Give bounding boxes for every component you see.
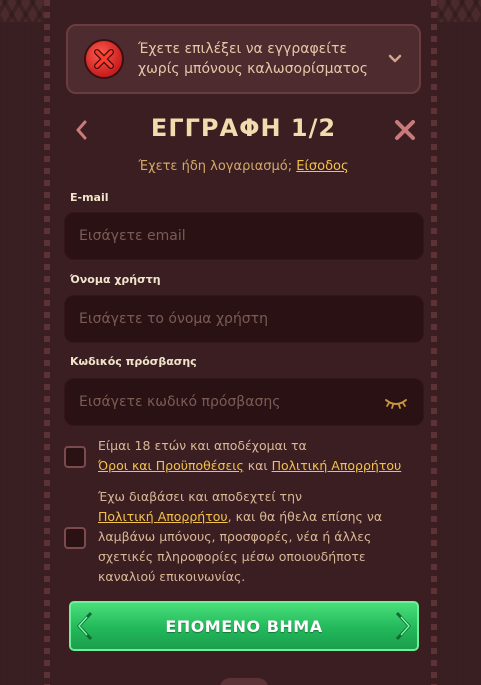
age-number: 18 <box>134 438 151 453</box>
marketing-consent: Έχω διαβάσει και αποδεχτεί την Πολιτική … <box>64 487 424 587</box>
age-terms-text: Είμαι 18 ετών και αποδέχομαι τα Όροι και… <box>98 436 401 476</box>
username-label: Όνομα χρήστη <box>70 273 161 286</box>
and-text: και <box>247 458 268 473</box>
privacy-link[interactable]: Πολιτική Απορρήτου <box>272 458 402 473</box>
marketing-text: Έχω διαβάσει και αποδεχτεί την Πολιτική … <box>98 487 424 587</box>
bonus-selector[interactable]: Έχετε επιλέξει να εγγραφείτε χωρίς μπόνο… <box>66 24 421 94</box>
form-header: ΕΓΓΡΑΦΗ 1/2 <box>66 112 421 148</box>
next-step-button[interactable]: ΕΠΟΜΕΝΟ ΒΗΜΑ <box>66 598 422 654</box>
email-label: E-mail <box>70 191 109 204</box>
username-field-container <box>64 295 424 343</box>
password-label: Κωδικός πρόσβασης <box>70 355 197 368</box>
eye-closed-icon[interactable] <box>383 395 409 409</box>
marketing-privacy-link[interactable]: Πολιτική Απορρήτου <box>98 509 228 524</box>
password-field-container <box>64 378 424 426</box>
marketing-prefix: Έχω διαβάσει και αποδεχτεί την <box>98 489 302 504</box>
age-suffix: ετών και αποδέχομαι τα <box>154 438 307 453</box>
age-terms-checkbox[interactable] <box>64 446 86 468</box>
button-ornament-right-icon <box>393 611 413 641</box>
login-link[interactable]: Είσοδος <box>296 159 348 174</box>
next-step-label: ΕΠΟΜΕΝΟ ΒΗΜΑ <box>165 616 323 636</box>
bottom-decoration <box>220 678 268 685</box>
email-field[interactable] <box>79 228 409 244</box>
age-prefix: Είμαι <box>98 438 131 453</box>
email-field-container <box>64 212 424 260</box>
marketing-checkbox[interactable] <box>64 527 86 549</box>
page-title: ΕΓΓΡΑΦΗ 1/2 <box>150 114 337 142</box>
username-field[interactable] <box>79 311 409 327</box>
login-prompt: Έχετε ήδη λογαριασμό; Είσοδος <box>66 159 421 174</box>
bonus-text: Έχετε επιλέξει να εγγραφείτε χωρίς μπόνο… <box>138 41 368 77</box>
password-field[interactable] <box>79 394 383 410</box>
chevron-down-icon[interactable] <box>385 54 405 64</box>
button-ornament-left-icon <box>75 611 95 641</box>
no-bonus-icon <box>84 39 124 79</box>
age-terms-consent: Είμαι 18 ετών και αποδέχομαι τα Όροι και… <box>64 436 424 476</box>
terms-link[interactable]: Όροι και Προϋποθέσεις <box>98 458 244 473</box>
login-prompt-text: Έχετε ήδη λογαριασμό; <box>138 159 293 174</box>
close-icon[interactable] <box>393 118 417 142</box>
